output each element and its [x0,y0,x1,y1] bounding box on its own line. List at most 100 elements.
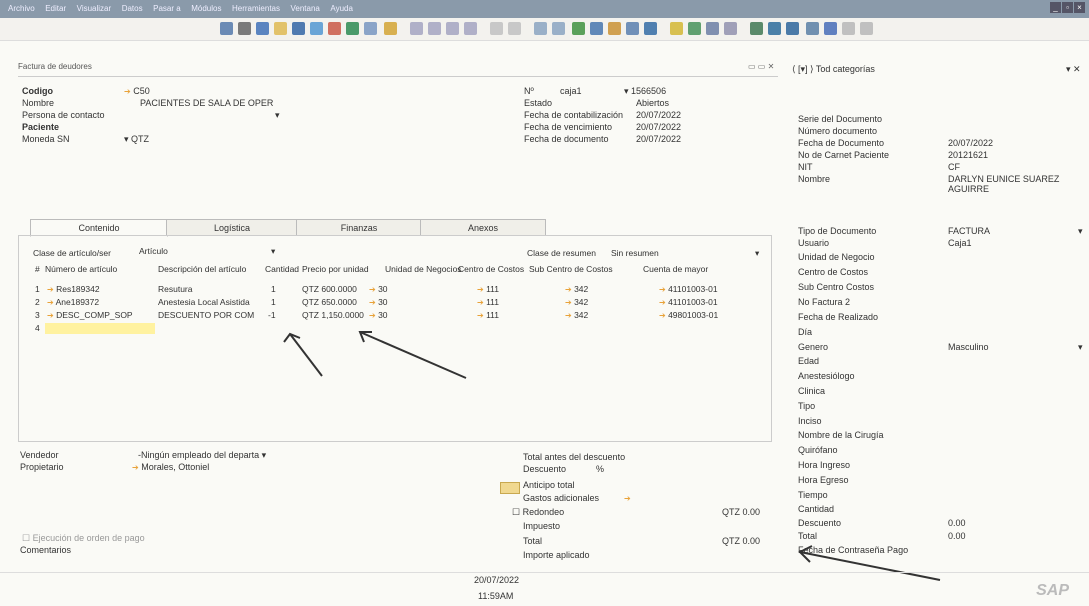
print-icon[interactable] [238,22,251,35]
link-arrow-icon[interactable]: ➔ [477,298,484,307]
menu-editar[interactable]: Editar [45,0,66,18]
menu-archivo[interactable]: Archivo [8,0,35,18]
document-window-controls[interactable]: ▭ ▭ ✕ [748,62,774,71]
item-description[interactable]: Anestesia Local Asistida [158,297,250,307]
fecha-venc-value[interactable]: 20/07/2022 [636,122,681,132]
journal-icon[interactable] [572,22,585,35]
close-icon[interactable]: × [1074,2,1085,13]
refresh-icon[interactable] [688,22,701,35]
field-tipodoc-value[interactable]: FACTURA [948,226,990,236]
field-descuento-value[interactable]: 0.00 [948,518,966,528]
item-unit[interactable]: 30 [378,284,387,294]
codigo-field[interactable]: ➔ C50 [124,86,150,96]
info-icon[interactable] [806,22,819,35]
menu-pasar-a[interactable]: Pasar a [153,0,181,18]
tab-logistica[interactable]: Logística [166,219,298,236]
item-scc[interactable]: 342 [574,284,588,294]
new-item-input[interactable] [45,323,155,334]
copy-icon[interactable] [310,22,323,35]
link-arrow-icon[interactable]: ➔ [477,311,484,320]
col-centro[interactable]: Centro de Costos [458,264,524,274]
find-icon[interactable] [384,22,397,35]
item-code[interactable]: Ane189372 [56,297,100,307]
item-price[interactable]: QTZ 650.0000 [302,297,357,307]
first-record-icon[interactable] [410,22,423,35]
link-arrow-icon[interactable]: ➔ [659,285,666,294]
table-row[interactable]: 2 ➔ Ane189372 Anestesia Local Asistida 1… [19,297,771,310]
item-code[interactable]: Res189342 [56,284,99,294]
help-icon[interactable] [724,22,737,35]
redondeo-value[interactable]: QTZ 0.00 [722,507,760,517]
last-record-icon[interactable] [464,22,477,35]
item-cc[interactable]: 111 [486,297,499,307]
minimize-icon[interactable]: _ [1050,2,1061,13]
ejecucion-checkbox[interactable]: ☐ Ejecución de orden de pago [22,533,145,544]
item-unit[interactable]: 30 [378,297,387,307]
tab-finanzas[interactable]: Finanzas [296,219,422,236]
col-subcentro[interactable]: Sub Centro de Costos [529,264,613,274]
menu-datos[interactable]: Datos [122,0,143,18]
layout-icon[interactable] [644,22,657,35]
globe-icon[interactable] [824,22,837,35]
item-qty[interactable]: 1 [271,284,276,294]
field-carnet-value[interactable]: 20121621 [948,150,988,160]
col-num[interactable]: # [35,264,40,274]
menu-modulos[interactable]: Módulos [191,0,221,18]
item-account[interactable]: 41101003-01 [668,284,717,294]
menu-ayuda[interactable]: Ayuda [330,0,353,18]
calendar-icon[interactable] [750,22,763,35]
link-arrow-icon[interactable]: ➔ [132,463,139,472]
link-arrow-icon[interactable]: ➔ [369,298,376,307]
item-description[interactable]: Resutura [158,284,193,294]
link-arrow-icon[interactable]: ➔ [47,311,54,320]
link-arrow-icon[interactable]: ➔ [565,311,572,320]
moneda-field[interactable]: ▾ QTZ [124,134,149,145]
field-fecha-value[interactable]: 20/07/2022 [948,138,993,148]
vendedor-dropdown[interactable]: -Ningún empleado del departa ▾ [138,450,266,461]
pdf-icon[interactable] [328,22,341,35]
panel-close-icon[interactable]: ▾ ✕ [1066,64,1081,75]
chevron-down-icon[interactable]: ▾ [755,248,759,259]
item-cc[interactable]: 111 [486,310,499,320]
sheet-icon[interactable] [786,22,799,35]
contacto-dropdown[interactable]: ▾ [275,110,280,121]
email-icon[interactable] [256,22,269,35]
prev-record-icon[interactable] [428,22,441,35]
gross-profit-icon[interactable] [626,22,639,35]
fecha-doc-value[interactable]: 20/07/2022 [636,134,681,144]
col-precio[interactable]: Precio por unidad [302,264,369,274]
col-cuenta[interactable]: Cuenta de mayor [643,264,708,274]
link-arrow-icon[interactable]: ➔ [477,285,484,294]
tab-anexos[interactable]: Anexos [420,219,546,236]
link-arrow-icon[interactable]: ➔ [565,285,572,294]
anticipo-button[interactable] [500,482,520,494]
nombre-field[interactable]: PACIENTES DE SALA DE OPER [140,98,273,108]
target-document-icon[interactable] [552,22,565,35]
payment-icon[interactable] [590,22,603,35]
item-scc[interactable]: 342 [574,310,588,320]
link-arrow-icon[interactable]: ➔ [659,311,666,320]
chevron-down-icon[interactable]: ▾ [1078,342,1083,353]
menu-visualizar[interactable]: Visualizar [77,0,112,18]
item-qty[interactable]: -1 [268,310,276,320]
link-arrow-icon[interactable]: ➔ [369,311,376,320]
descuento-pct[interactable]: % [596,464,604,474]
no-series[interactable]: caja1 [560,86,582,96]
link-arrow-icon[interactable]: ➔ [659,298,666,307]
clase-articulo-value[interactable]: Artículo [139,246,168,256]
item-account[interactable]: 49801003-01 [668,310,718,320]
item-qty[interactable]: 1 [271,297,276,307]
link-arrow-icon[interactable]: ➔ [47,298,54,307]
chevron-down-icon[interactable]: ▾ [271,246,275,257]
item-unit[interactable]: 30 [378,310,387,320]
item-description[interactable]: DESCUENTO POR COM [158,310,254,320]
preview-icon[interactable] [364,22,377,35]
gastos-link-icon[interactable]: ➔ [624,493,631,503]
redondeo-checkbox[interactable]: ☐ Redondeo [512,507,564,518]
report-icon[interactable] [608,22,621,35]
field-usuario-value[interactable]: Caja1 [948,238,972,248]
sort-icon[interactable] [508,22,521,35]
save-icon[interactable] [292,22,305,35]
filter-icon[interactable] [490,22,503,35]
no-value[interactable]: ▾ 1566506 [624,86,666,97]
